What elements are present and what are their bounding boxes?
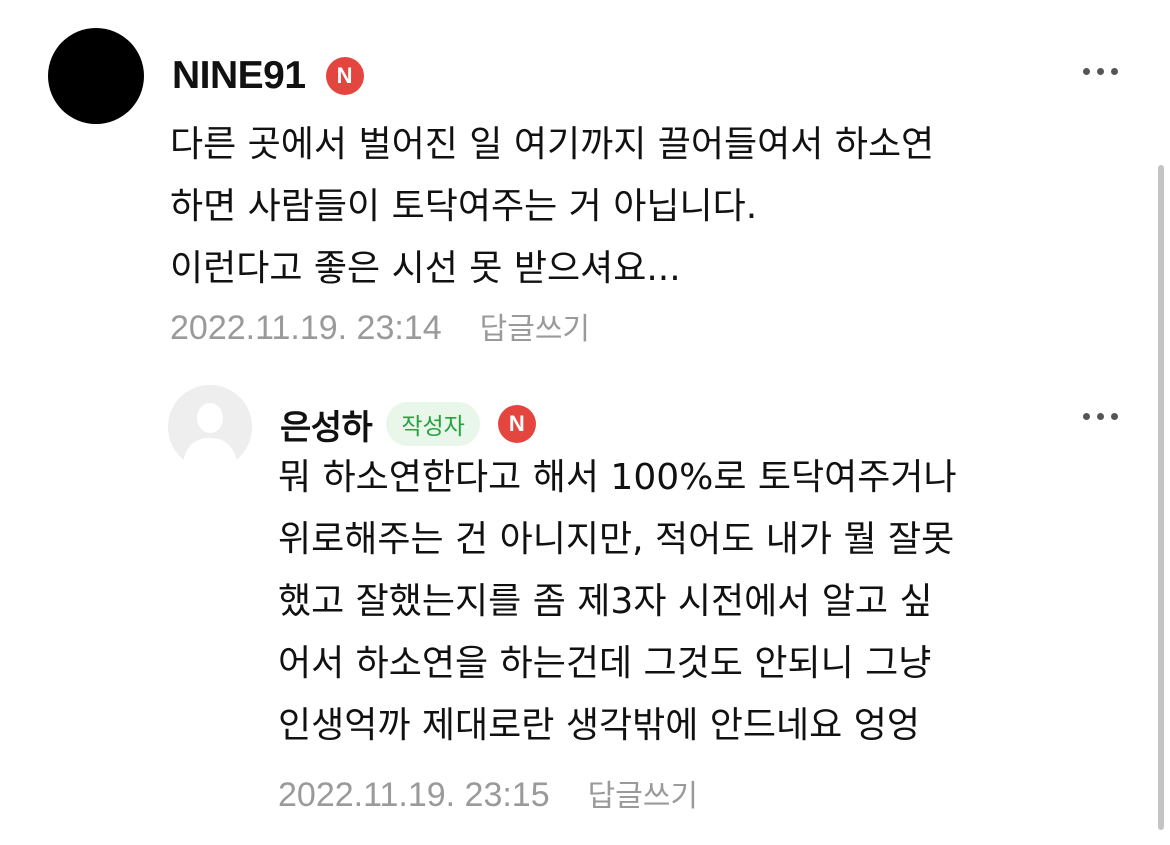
nickname[interactable]: 은성하 [280, 400, 373, 449]
comment-meta: 2022.11.19. 23:14 답글쓰기 [170, 304, 590, 348]
avatar[interactable] [48, 28, 144, 124]
nickname[interactable]: NINE91 [172, 54, 306, 98]
comment-text-line: 인생억까 제대로란 생각밖에 안드네요 엉엉 [278, 705, 920, 746]
writer-badge: 작성자 [386, 402, 480, 446]
more-dots-icon[interactable] [1083, 68, 1118, 75]
comment-item: NINE91 N 다른 곳에서 벌어진 일 여기까지 끌어들여서 하소연 하면 … [48, 28, 1138, 358]
more-dots-icon[interactable] [1083, 413, 1118, 420]
scrollbar[interactable] [1158, 165, 1164, 830]
comment-header: NINE91 N [172, 50, 364, 102]
reply-button[interactable]: 답글쓰기 [480, 304, 590, 348]
comment-text: 다른 곳에서 벌어진 일 여기까지 끌어들여서 하소연 하면 사람들이 토닥여주… [170, 114, 934, 300]
comment-text-line: 다른 곳에서 벌어진 일 여기까지 끌어들여서 하소연 [170, 124, 935, 165]
default-profile-icon[interactable] [168, 385, 252, 469]
comment-text-line: 어서 하소연을 하는건데 그것도 안되니 그냥 [278, 643, 932, 684]
comment-text-line: 했고 잘했는지를 좀 제3자 시전에서 알고 싶 [278, 581, 933, 622]
comment-date: 2022.11.19. 23:14 [170, 309, 442, 347]
comment-header: 은성하 작성자 N [280, 399, 536, 449]
comment-text-line: 하면 사람들이 토닥여주는 거 아닙니다. [170, 186, 758, 227]
comment-date: 2022.11.19. 23:15 [278, 776, 550, 814]
comment-text-line: 뭐 하소연한다고 해서 100%로 토닥여주거나 [278, 457, 957, 498]
reply-button[interactable]: 답글쓰기 [588, 771, 698, 815]
comment-text-line: 위로해주는 건 아니지만, 적어도 내가 뭘 잘못 [278, 519, 955, 560]
new-badge: N [325, 57, 364, 95]
comment-meta: 2022.11.19. 23:15 답글쓰기 [278, 771, 698, 815]
reply-item: 은성하 작성자 N 뭐 하소연한다고 해서 100%로 토닥여주거나 위로해주는… [168, 385, 1138, 825]
new-badge: N [497, 405, 536, 443]
comment-text: 뭐 하소연한다고 해서 100%로 토닥여주거나 위로해주는 건 아니지만, 적… [278, 447, 957, 757]
comment-text-line: 이런다고 좋은 시선 못 받으셔요... [170, 248, 681, 289]
